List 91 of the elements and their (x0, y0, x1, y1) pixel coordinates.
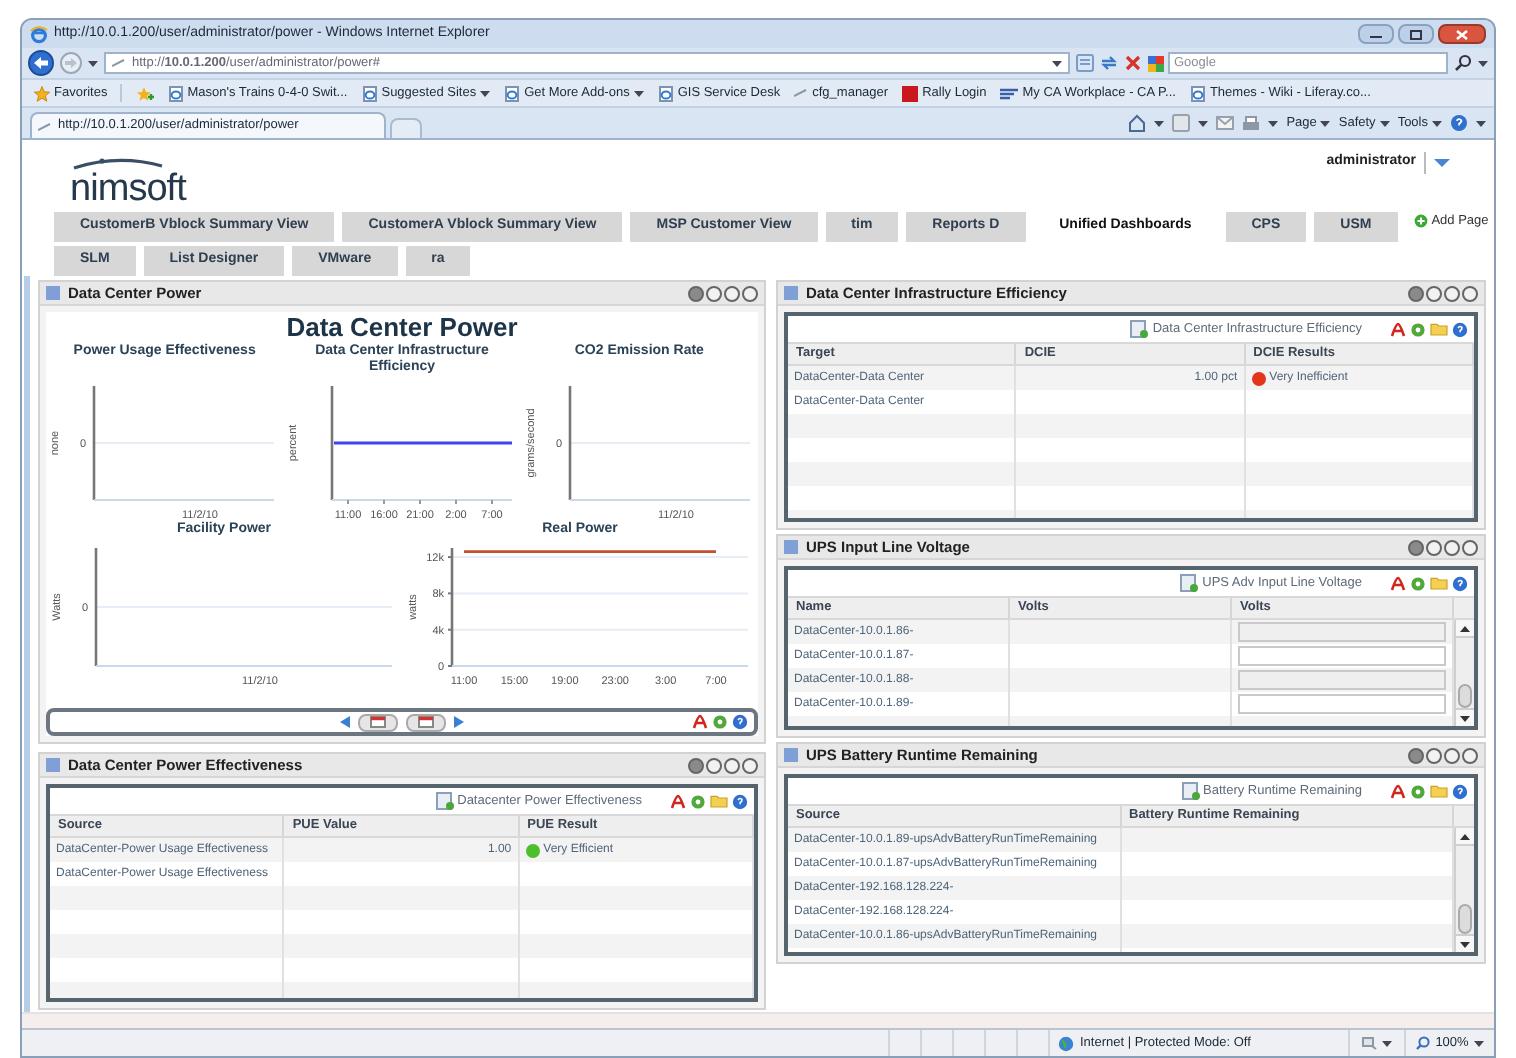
globe-icon (1058, 1035, 1074, 1051)
bars-icon (1000, 87, 1019, 99)
refresh-icon[interactable] (1100, 54, 1118, 72)
gear-icon[interactable] (1410, 575, 1426, 591)
chart-heading: Data Center Power (284, 312, 520, 343)
y-axis (568, 386, 571, 500)
caret-icon[interactable] (1476, 119, 1486, 127)
help-icon[interactable] (1450, 114, 1468, 132)
stop-icon[interactable] (1124, 54, 1142, 72)
down-arrow-icon (1460, 941, 1470, 947)
portlet-icon (784, 748, 798, 762)
pdf-icon[interactable] (1390, 321, 1406, 337)
down-arrow-icon (1460, 715, 1470, 721)
gear-icon[interactable] (1410, 321, 1426, 337)
report-icon[interactable] (1130, 320, 1149, 338)
search-engine-icon (1148, 55, 1164, 71)
gear-icon[interactable] (1410, 783, 1426, 799)
search-icon[interactable] (1454, 54, 1472, 72)
help-icon[interactable] (732, 714, 748, 730)
caret-icon[interactable] (1478, 59, 1488, 67)
portlet-icon (46, 758, 60, 772)
value-field[interactable] (1238, 622, 1446, 642)
help-icon[interactable] (1452, 575, 1468, 591)
back-button[interactable] (28, 50, 54, 76)
page-icon (504, 85, 521, 101)
help-icon[interactable] (732, 793, 748, 809)
portlet-icon (784, 286, 798, 300)
caret-icon[interactable] (1474, 1039, 1485, 1047)
page-icon (167, 85, 184, 101)
help-icon[interactable] (1452, 783, 1468, 799)
pdf-icon[interactable] (692, 714, 708, 730)
calendar-icon (417, 716, 434, 728)
caret-icon[interactable] (1432, 119, 1442, 127)
page-icon (361, 85, 378, 101)
plus-icon (1413, 214, 1428, 229)
star-icon (34, 85, 50, 101)
page-icon (1189, 85, 1206, 101)
app-icon (902, 85, 919, 101)
y-axis (330, 386, 334, 500)
caret-icon[interactable] (88, 59, 98, 67)
close-button[interactable] (1438, 24, 1486, 44)
value-field[interactable] (1238, 646, 1446, 666)
caret-icon[interactable] (480, 89, 491, 97)
pdf-icon[interactable] (670, 793, 686, 809)
caret-icon[interactable] (1379, 119, 1390, 127)
close-icon (1456, 29, 1468, 39)
caret-icon[interactable] (1154, 119, 1165, 127)
caret-icon[interactable] (1268, 119, 1279, 127)
minimize-button[interactable] (1358, 24, 1394, 44)
browser-icon (30, 25, 48, 43)
help-icon[interactable] (1452, 321, 1468, 337)
printer-icon[interactable] (1242, 115, 1261, 131)
page-icon (657, 85, 674, 101)
up-arrow-icon (1460, 833, 1470, 839)
y-axis (447, 548, 454, 667)
zoom-icon (1415, 1036, 1430, 1050)
portlet-icon (784, 540, 798, 554)
y-axis (94, 548, 98, 666)
caret-icon[interactable] (633, 89, 644, 97)
next-icon[interactable] (453, 716, 464, 728)
pdf-icon[interactable] (1390, 783, 1406, 799)
report-icon[interactable] (1180, 574, 1199, 592)
link-icon (112, 58, 126, 68)
gear-icon[interactable] (712, 714, 728, 730)
caret-icon[interactable] (1198, 119, 1209, 127)
value-field[interactable] (1238, 670, 1446, 690)
maximize-button[interactable] (1398, 24, 1434, 44)
gear-icon[interactable] (690, 793, 706, 809)
caret-icon[interactable] (1320, 119, 1331, 127)
pdf-icon[interactable] (1390, 575, 1406, 591)
scrollbar[interactable] (1454, 620, 1474, 726)
link-icon (38, 121, 52, 131)
link-icon (794, 88, 809, 98)
value-field[interactable] (1238, 694, 1446, 714)
previous-icon[interactable] (339, 716, 350, 728)
calendar-button[interactable] (357, 713, 398, 731)
up-arrow-icon (1460, 625, 1470, 631)
report-icon[interactable] (435, 792, 454, 810)
calendar-icon (369, 716, 386, 728)
report-icon[interactable] (1181, 782, 1200, 800)
scrollbar-thumb[interactable] (1458, 683, 1472, 708)
calendar-button[interactable] (405, 713, 446, 731)
portlet-icon (46, 286, 60, 300)
home-icon[interactable] (1128, 114, 1147, 132)
scrollbar-thumb[interactable] (1458, 903, 1472, 934)
caret-icon[interactable] (1052, 59, 1062, 67)
logo: nimsoft (70, 158, 186, 208)
add-to-favorites-icon[interactable] (135, 85, 154, 101)
scrollbar[interactable] (1454, 828, 1474, 952)
caret-icon[interactable] (1382, 1039, 1392, 1047)
y-axis (93, 386, 96, 500)
